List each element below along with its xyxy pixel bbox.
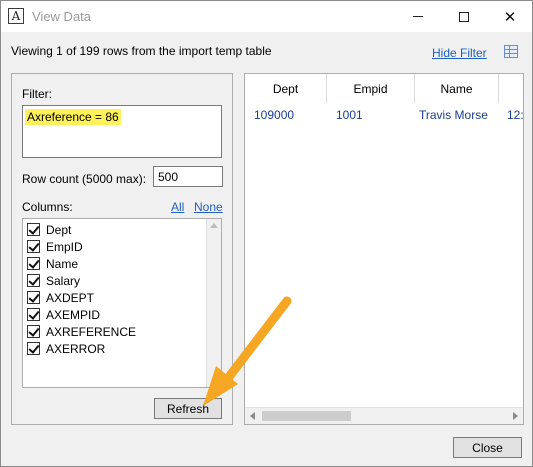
annotation-arrow	[203, 296, 292, 406]
arrow-shaft	[217, 296, 292, 391]
